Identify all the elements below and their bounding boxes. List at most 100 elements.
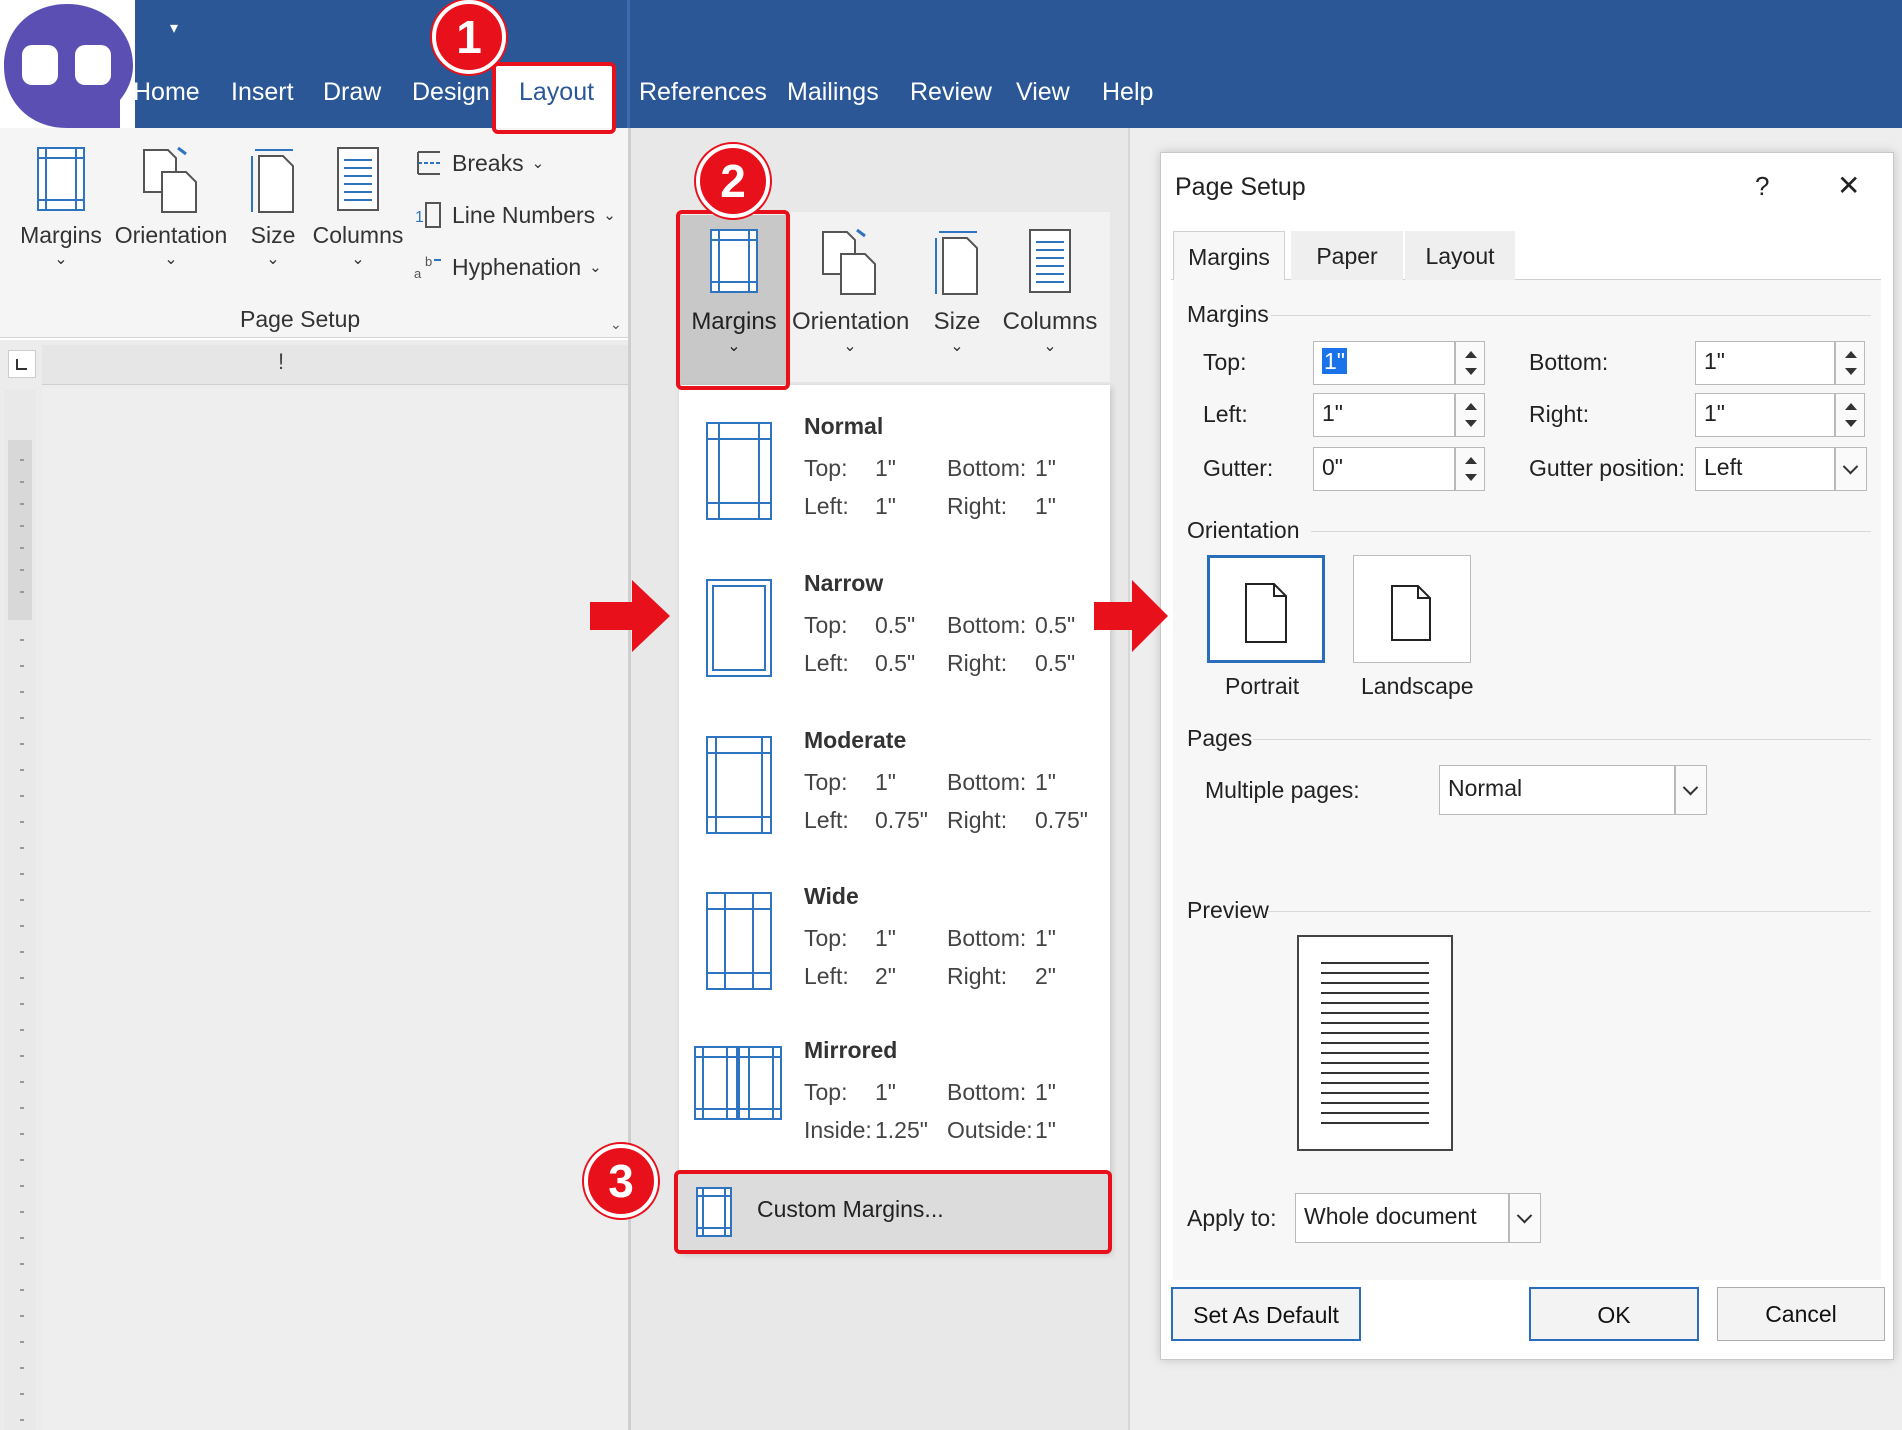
preset-value: 1" bbox=[875, 925, 896, 951]
page-preview bbox=[1297, 935, 1453, 1151]
document-page[interactable] bbox=[42, 388, 628, 1430]
cancel-button[interactable]: Cancel bbox=[1717, 1287, 1885, 1341]
help-icon[interactable]: ? bbox=[1755, 171, 1769, 202]
preset-value: 1" bbox=[875, 455, 896, 481]
chevron-down-icon: ⌄ bbox=[1043, 338, 1057, 355]
gutter-position-select[interactable]: Left bbox=[1695, 447, 1835, 491]
dialog-tab-layout[interactable]: Layout bbox=[1405, 231, 1515, 281]
gutter-label: Gutter: bbox=[1203, 455, 1274, 481]
dialog-tab-paper[interactable]: Paper bbox=[1291, 231, 1403, 281]
ok-button[interactable]: OK bbox=[1529, 1287, 1699, 1341]
preset-value: 0.5" bbox=[875, 612, 916, 638]
left-spinner[interactable] bbox=[1455, 393, 1485, 437]
preset-value: 1" bbox=[1035, 1079, 1056, 1105]
preset-name: Narrow bbox=[804, 570, 884, 596]
line-numbers-icon: 1 bbox=[415, 202, 441, 228]
tab-selector[interactable] bbox=[8, 350, 36, 378]
preset-label: Outside: bbox=[947, 1117, 1033, 1143]
group-label-pages: Pages bbox=[1187, 725, 1253, 751]
preset-label: Bottom: bbox=[947, 612, 1027, 638]
bottom-field[interactable]: 1" bbox=[1695, 341, 1835, 385]
group-label-preview: Preview bbox=[1187, 897, 1269, 923]
group-rule bbox=[1311, 531, 1871, 532]
breaks-button[interactable]: Breaks ⌄ bbox=[414, 148, 544, 178]
preset-name: Normal bbox=[804, 413, 884, 439]
landscape-option[interactable] bbox=[1353, 555, 1471, 663]
dialog-tab-margins[interactable]: Margins bbox=[1173, 231, 1285, 281]
orientation-button[interactable]: Orientation ⌄ bbox=[112, 146, 230, 269]
preset-label: Top: bbox=[804, 1079, 848, 1105]
vertical-ruler[interactable] bbox=[4, 390, 36, 1430]
chevron-down-icon: ⌄ bbox=[950, 338, 964, 355]
size-icon bbox=[935, 231, 978, 295]
columns-button[interactable]: Columns ⌄ bbox=[312, 146, 404, 269]
margin-preset-narrow[interactable]: Narrow Top: 0.5" Bottom: 0.5" Left: 0.5"… bbox=[679, 570, 1110, 720]
size-label: Size bbox=[933, 308, 981, 335]
tab-home[interactable]: Home bbox=[133, 78, 200, 107]
top-label: Top: bbox=[1203, 349, 1247, 375]
chevron-down-icon[interactable] bbox=[1509, 1193, 1541, 1243]
right-field[interactable]: 1" bbox=[1695, 393, 1835, 437]
preset-label: Bottom: bbox=[947, 455, 1027, 481]
size-label: Size bbox=[250, 222, 296, 248]
svg-text:a: a bbox=[414, 266, 422, 281]
arrow-right-icon bbox=[1094, 580, 1168, 652]
chevron-down-icon[interactable] bbox=[1835, 447, 1867, 491]
set-as-default-button[interactable]: Set As Default bbox=[1171, 1287, 1361, 1341]
top-spinner[interactable] bbox=[1455, 341, 1485, 385]
chevron-down-icon: ⌄ bbox=[351, 251, 365, 268]
tab-insert[interactable]: Insert bbox=[231, 78, 294, 107]
top-field[interactable]: 1" bbox=[1313, 341, 1455, 385]
tab-design[interactable]: Design bbox=[412, 78, 490, 107]
margins-button[interactable]: Margins ⌄ bbox=[14, 146, 108, 269]
multiple-pages-select[interactable]: Normal bbox=[1439, 765, 1675, 815]
step-1-badge: 1 bbox=[432, 0, 506, 74]
left-field[interactable]: 1" bbox=[1313, 393, 1455, 437]
panel-divider bbox=[627, 0, 630, 128]
ruler-indent-marker[interactable]: ! bbox=[278, 349, 284, 375]
portrait-option[interactable] bbox=[1207, 555, 1325, 663]
margin-preset-wide[interactable]: Wide Top: 1" Bottom: 1" Left: 2" Right: … bbox=[679, 883, 1110, 1033]
breaks-icon bbox=[417, 151, 440, 175]
dialog-launcher-icon[interactable]: ⌄ bbox=[610, 316, 622, 333]
group-label-orientation: Orientation bbox=[1187, 517, 1300, 543]
arrow-right-icon bbox=[590, 580, 670, 652]
tab-review[interactable]: Review bbox=[910, 78, 992, 107]
preset-label: Left: bbox=[804, 650, 849, 676]
preset-name: Mirrored bbox=[804, 1037, 898, 1063]
tab-references[interactable]: References bbox=[639, 78, 767, 107]
gutter-spinner[interactable] bbox=[1455, 447, 1485, 491]
margin-preset-mirrored[interactable]: Mirrored Top: 1" Bottom: 1" Inside: 1.25… bbox=[679, 1037, 1110, 1187]
line-numbers-label: Line Numbers bbox=[452, 201, 596, 228]
chevron-down-icon: ⌄ bbox=[266, 251, 280, 268]
preset-label: Right: bbox=[947, 963, 1008, 989]
bottom-spinner[interactable] bbox=[1835, 341, 1865, 385]
gutter-field[interactable]: 0" bbox=[1313, 447, 1455, 491]
orientation-button[interactable]: Orientation ⌄ bbox=[792, 228, 909, 356]
preset-value: 1" bbox=[1035, 1117, 1056, 1143]
hyphenation-button[interactable]: ab Hyphenation ⌄ bbox=[414, 252, 602, 282]
quick-access-toolbar[interactable]: ▾ bbox=[170, 18, 178, 38]
margin-preset-normal[interactable]: Normal Top: 1" Bottom: 1" Left: 1" Right… bbox=[679, 413, 1110, 563]
columns-button[interactable]: Columns ⌄ bbox=[1000, 228, 1100, 356]
tab-draw[interactable]: Draw bbox=[323, 78, 381, 107]
svg-text:1: 1 bbox=[415, 209, 424, 226]
tab-help[interactable]: Help bbox=[1102, 78, 1153, 107]
size-button[interactable]: Size ⌄ bbox=[920, 228, 994, 356]
orientation-icon bbox=[822, 228, 876, 295]
preset-value: 0.5" bbox=[1035, 612, 1076, 638]
right-spinner[interactable] bbox=[1835, 393, 1865, 437]
moderate-margins-icon bbox=[706, 736, 772, 834]
size-button[interactable]: Size ⌄ bbox=[238, 146, 308, 269]
breaks-label: Breaks bbox=[452, 149, 524, 176]
bottom-label: Bottom: bbox=[1529, 349, 1609, 375]
margin-preset-moderate[interactable]: Moderate Top: 1" Bottom: 1" Left: 0.75" … bbox=[679, 727, 1110, 877]
line-numbers-button[interactable]: 1 Line Numbers ⌄ bbox=[414, 200, 616, 230]
tab-mailings[interactable]: Mailings bbox=[787, 78, 879, 107]
preset-label: Right: bbox=[947, 807, 1008, 833]
apply-to-select[interactable]: Whole document bbox=[1295, 1193, 1509, 1243]
close-icon[interactable]: ✕ bbox=[1837, 169, 1860, 202]
horizontal-ruler[interactable]: ! bbox=[42, 345, 628, 385]
chevron-down-icon[interactable] bbox=[1675, 765, 1707, 815]
tab-view[interactable]: View bbox=[1016, 78, 1070, 107]
